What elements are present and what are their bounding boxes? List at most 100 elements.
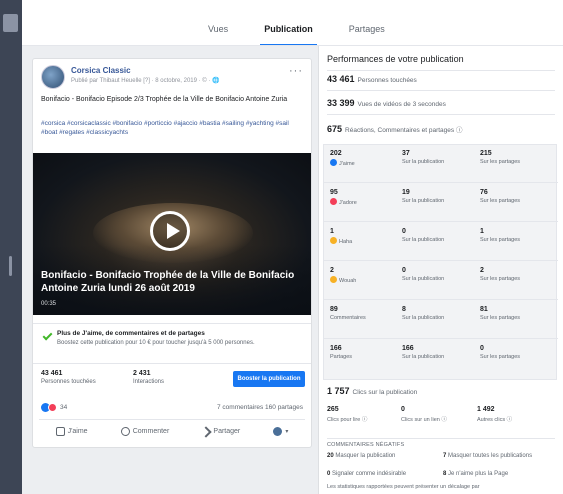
- page-avatar-small: [273, 427, 283, 436]
- more-options-icon[interactable]: ···: [289, 65, 303, 77]
- post-header: Corsica Classic Publié par Thibaut Heuel…: [41, 65, 303, 95]
- on-shares-label: Sur les partages: [480, 237, 521, 243]
- clicks-link-label: Clics sur un lien ⓘ: [401, 417, 447, 423]
- grid-row-shares: 166 Partages 166 Sur la publication 0 Sur l…: [324, 340, 558, 378]
- love-on-shares: 76: [480, 189, 488, 196]
- on-post-label: Sur la publication: [402, 276, 445, 282]
- shares-total: 166: [330, 345, 342, 352]
- like-on-post: 37: [402, 150, 410, 157]
- chevron-down-icon: ▾: [285, 429, 289, 435]
- comments-shares-count[interactable]: 7 commentaires 160 partages: [217, 404, 303, 411]
- like-button[interactable]: J'aime: [55, 427, 88, 436]
- page-avatar[interactable]: [41, 65, 65, 89]
- stat-reached-label: Personnes touchées: [41, 379, 96, 385]
- app-sidebar: [0, 0, 22, 494]
- on-post-label: Sur la publication: [402, 159, 445, 165]
- grid-row-wow: 2 Wouah 0 Sur la publication 2 Sur les part…: [324, 262, 558, 300]
- metric-views-label: Vues de vidéos de 3 secondes: [357, 101, 446, 108]
- post-hashtags[interactable]: #corsica #corsicaclassic #bonifacio #por…: [41, 119, 305, 137]
- wow-total: 2: [330, 267, 334, 274]
- grid-row-like: 202 J'aime 37 Sur la publication 215 Sur le…: [324, 145, 558, 183]
- video-player[interactable]: Bonifacio - Bonifacio Trophée de la Vill…: [33, 153, 311, 315]
- metric-reactions-value: 675: [327, 124, 343, 134]
- clicks-play-value: 265: [327, 406, 339, 413]
- clicks-value: 1 757: [327, 386, 350, 396]
- comments-on-post: 8: [402, 306, 406, 313]
- haha-on-shares: 1: [480, 228, 484, 235]
- on-shares-label: Sur les partages: [480, 315, 521, 321]
- clicks-other-label: Autres clics ⓘ: [477, 417, 513, 423]
- metric-reached-value: 43 461: [327, 74, 355, 84]
- post-stats: 43 461 Personnes touchées 2 431 Interact…: [33, 363, 311, 397]
- clicks-label: Clics sur la publication: [352, 389, 418, 396]
- stat-interactions: 2 431 Interactions: [133, 370, 164, 385]
- haha-total: 1: [330, 228, 334, 235]
- like-total: 202: [330, 150, 342, 157]
- on-shares-label: Sur les partages: [480, 198, 521, 204]
- metric-views-value: 33 399: [327, 98, 355, 108]
- on-post-label: Sur la publication: [402, 354, 445, 360]
- negative-feedback-title: COMMENTAIRES NÉGATIFS: [327, 442, 405, 448]
- love-on-post: 19: [402, 189, 410, 196]
- like-on-shares: 215: [480, 150, 492, 157]
- on-post-label: Sur la publication: [402, 315, 445, 321]
- grid-row-love: 95 J'adore 19 Sur la publication 76 Sur les…: [324, 184, 558, 222]
- metric-reactions: 675 Réactions, Commentaires et partages ⓘ: [327, 124, 462, 134]
- reactions-summary[interactable]: 34 7 commentaires 160 partages: [33, 399, 311, 417]
- love-label: J'adore: [339, 200, 357, 206]
- like-label: J'aime: [67, 428, 88, 435]
- haha-on-post: 0: [402, 228, 406, 235]
- metric-reached-label: Personnes touchées: [357, 77, 417, 84]
- love-total: 95: [330, 189, 338, 196]
- comments-total: 89: [330, 306, 338, 313]
- play-button-icon[interactable]: [150, 211, 190, 251]
- love-icon: [330, 198, 337, 205]
- comment-bubble-icon: [120, 427, 130, 436]
- clicks-breakdown: 265 Clics pour lire ⓘ 0 Clics sur un lien …: [327, 404, 557, 434]
- tab-shares[interactable]: Partages: [331, 18, 403, 46]
- post-meta: Publié par Thibaut Heuelle [?] · 8 octob…: [71, 78, 220, 84]
- shares-on-post: 166: [402, 345, 414, 352]
- neg-unlike-page: 8 Je n'aime plus la Page: [443, 471, 509, 477]
- performance-panel: Performances de votre publication 43 461…: [318, 46, 563, 494]
- metric-reached: 43 461 Personnes touchées: [327, 74, 417, 84]
- neg-hide-post: 20 Masquer la publication: [327, 453, 396, 459]
- reactions-breakdown-grid: 202 J'aime 37 Sur la publication 215 Sur le…: [323, 144, 558, 380]
- share-arrow-icon: [200, 425, 213, 438]
- video-duration: 00:35: [41, 301, 57, 307]
- stat-interactions-value: 2 431: [133, 370, 151, 377]
- haha-icon: [330, 237, 337, 244]
- post-as-selector[interactable]: ▾: [273, 427, 288, 436]
- boost-subtitle: Boostez cette publication pour 10 € pour…: [57, 340, 255, 346]
- reaction-count[interactable]: 34: [60, 404, 67, 411]
- grid-row-haha: 1 Haha 0 Sur la publication 1 Sur les parta…: [324, 223, 558, 261]
- neg-hide-all: 7 Masquer toutes les publications: [443, 453, 533, 459]
- post-actions: J'aime Commenter Partager ▾: [39, 419, 305, 443]
- comment-button[interactable]: Commenter: [120, 427, 170, 436]
- shares-on-shares: 0: [480, 345, 484, 352]
- sidebar-resize-handle[interactable]: [9, 256, 12, 276]
- comment-label: Commenter: [132, 428, 170, 435]
- like-icon: [330, 159, 337, 166]
- wow-on-post: 0: [402, 267, 406, 274]
- page-name[interactable]: Corsica Classic: [71, 66, 131, 75]
- on-shares-label: Sur les partages: [480, 276, 521, 282]
- like-label: J'aime: [339, 161, 355, 167]
- clicks-play-label: Clics pour lire ⓘ: [327, 417, 368, 423]
- comments-label: Commentaires: [330, 315, 366, 321]
- boost-post-button[interactable]: Booster la publication: [233, 371, 305, 387]
- thumbs-up-icon: [55, 427, 65, 436]
- checkmark-icon: [42, 330, 53, 341]
- comments-on-shares: 81: [480, 306, 488, 313]
- metric-reactions-label: Réactions, Commentaires et partages ⓘ: [345, 127, 463, 134]
- share-button[interactable]: Partager: [200, 425, 240, 438]
- shares-label: Partages: [330, 354, 353, 360]
- tab-views[interactable]: Vues: [190, 18, 246, 46]
- wow-on-shares: 2: [480, 267, 484, 274]
- boost-title: Plus de J'aime, de commentaires et de pa…: [57, 330, 205, 337]
- on-shares-label: Sur les partages: [480, 159, 521, 165]
- metric-clicks: 1 757 Clics sur la publication: [327, 386, 417, 396]
- tab-publication[interactable]: Publication: [246, 18, 331, 46]
- facebook-logo-icon[interactable]: [3, 14, 18, 32]
- wow-label: Wouah: [339, 278, 357, 284]
